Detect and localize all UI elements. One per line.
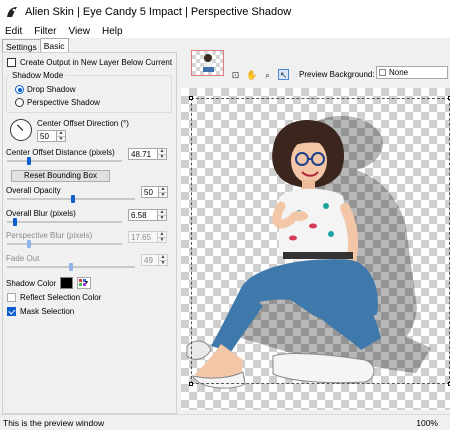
bounding-box-handle[interactable] (189, 96, 193, 100)
spinner-arrows[interactable]: ▲ ▼ (57, 130, 66, 142)
create-output-label: Create Output in New Layer Below Current (20, 58, 173, 67)
status-bar: This is the preview window 100% (0, 414, 450, 430)
direction-dial[interactable] (10, 119, 32, 141)
slider-track (7, 243, 122, 245)
status-message: This is the preview window (3, 417, 105, 428)
down-arrow-icon[interactable]: ▼ (158, 154, 166, 160)
overall-blur-label: Overall Blur (pixels) (6, 209, 76, 218)
spinner-arrows[interactable]: ▲ ▼ (158, 148, 167, 160)
perspective-blur-slider[interactable] (7, 240, 122, 248)
spinner-arrows[interactable]: ▲ ▼ (159, 186, 168, 198)
drop-shadow-label: Drop Shadow (27, 85, 76, 94)
slider-thumb[interactable] (27, 240, 31, 248)
navigator-thumbnail[interactable] (191, 50, 224, 76)
reset-bounding-box-button[interactable]: Reset Bounding Box (11, 170, 110, 182)
pointer-tool-icon[interactable]: ↖ (278, 69, 289, 80)
shadow-color-swatch[interactable] (60, 277, 73, 289)
app-logo-icon (7, 7, 17, 17)
slider-track (7, 221, 122, 223)
overall-opacity-slider[interactable] (7, 195, 135, 203)
overall-blur-input[interactable]: 6.58 (128, 209, 158, 221)
down-arrow-icon[interactable]: ▼ (158, 215, 166, 221)
menu-view[interactable]: View (67, 26, 91, 37)
menu-edit[interactable]: Edit (4, 26, 23, 37)
slider-thumb[interactable] (69, 263, 73, 271)
perspective-blur-spinner[interactable]: 17.65 ▲ ▼ (128, 231, 167, 243)
checkbox-box[interactable] (7, 307, 16, 316)
overall-opacity-label: Overall Opacity (6, 186, 61, 195)
radio-dot[interactable] (15, 98, 24, 107)
perspective-shadow-label: Perspective Shadow (27, 98, 100, 107)
center-offset-direction-spinner[interactable]: 50 ▲ ▼ (37, 130, 66, 142)
zoom-fit-icon[interactable]: ⊡ (230, 70, 241, 81)
fade-out-slider[interactable] (7, 263, 135, 271)
mask-selection-label: Mask Selection (20, 307, 75, 316)
slider-thumb[interactable] (27, 157, 31, 165)
center-offset-distance-input[interactable]: 48.71 (128, 148, 158, 160)
radio-dot[interactable] (15, 85, 24, 94)
down-arrow-icon[interactable]: ▼ (159, 260, 167, 266)
mask-selection-checkbox[interactable]: Mask Selection (7, 307, 74, 316)
color-palette-button[interactable]: ▼ (77, 277, 91, 289)
slider-track (7, 160, 122, 162)
checkbox-box[interactable] (7, 58, 16, 67)
bounding-box[interactable] (189, 96, 450, 386)
spinner-arrows[interactable]: ▲ ▼ (159, 254, 168, 266)
menu-help[interactable]: Help (101, 26, 124, 37)
menu-filter[interactable]: Filter (33, 26, 57, 37)
overall-opacity-spinner[interactable]: 50 ▲ ▼ (141, 186, 168, 198)
window-title: Alien Skin | Eye Candy 5 Impact | Perspe… (25, 6, 292, 18)
fade-out-spinner[interactable]: 49 ▲ ▼ (141, 254, 168, 266)
overall-blur-spinner[interactable]: 6.58 ▲ ▼ (128, 209, 167, 221)
bounding-box-handle[interactable] (189, 382, 193, 386)
fade-out-label: Fade Out (6, 254, 40, 263)
down-arrow-icon[interactable]: ▼ (158, 237, 166, 243)
preview-background-swatch (379, 69, 386, 76)
tab-settings[interactable]: Settings (2, 39, 41, 53)
spinner-arrows[interactable]: ▲ ▼ (158, 231, 167, 243)
zoom-tool-icon[interactable]: ⌕ (262, 70, 273, 81)
slider-thumb[interactable] (71, 195, 75, 203)
overall-blur-slider[interactable] (7, 218, 122, 226)
menu-bar: Edit Filter View Help (0, 24, 450, 38)
preview-background-select[interactable]: None (376, 66, 448, 79)
overall-opacity-input[interactable]: 50 (141, 186, 159, 198)
center-offset-direction-label: Center Offset Direction (°) (37, 119, 129, 128)
perspective-shadow-radio[interactable]: Perspective Shadow (15, 98, 100, 107)
reflect-selection-color-label: Reflect Selection Color (20, 293, 102, 302)
center-offset-direction-input[interactable]: 50 (37, 130, 57, 142)
hand-tool-icon[interactable]: ✋ (246, 70, 257, 81)
center-offset-distance-spinner[interactable]: 48.71 ▲ ▼ (128, 148, 167, 160)
shadow-mode-label: Shadow Mode (10, 71, 66, 80)
preview-background-label: Preview Background: (299, 70, 375, 79)
perspective-blur-label: Perspective Blur (pixels) (6, 231, 93, 240)
title-bar: Alien Skin | Eye Candy 5 Impact | Perspe… (0, 0, 450, 24)
navigator-thumbnail-image (203, 54, 214, 72)
fade-out-input[interactable]: 49 (141, 254, 159, 266)
down-arrow-icon[interactable]: ▼ (57, 136, 65, 142)
slider-thumb[interactable] (13, 218, 17, 226)
reflect-selection-color-checkbox[interactable]: Reflect Selection Color (7, 293, 101, 302)
shadow-mode-group (6, 75, 172, 113)
drop-shadow-radio[interactable]: Drop Shadow (15, 85, 75, 94)
preview-background-value: None (389, 68, 409, 77)
shadow-color-label: Shadow Color (6, 279, 57, 288)
settings-tabs: Settings Basic (2, 38, 69, 53)
tab-basic[interactable]: Basic (39, 38, 69, 53)
spinner-arrows[interactable]: ▲ ▼ (158, 209, 167, 221)
dropdown-arrow-icon: ▼ (84, 280, 89, 286)
center-offset-distance-label: Center Offset Distance (pixels) (6, 148, 115, 157)
checkbox-box[interactable] (7, 293, 16, 302)
center-offset-distance-slider[interactable] (7, 157, 122, 165)
down-arrow-icon[interactable]: ▼ (159, 192, 167, 198)
perspective-blur-input[interactable]: 17.65 (128, 231, 158, 243)
create-output-checkbox[interactable]: Create Output in New Layer Below Current (7, 58, 172, 67)
zoom-level: 100% (416, 418, 438, 428)
